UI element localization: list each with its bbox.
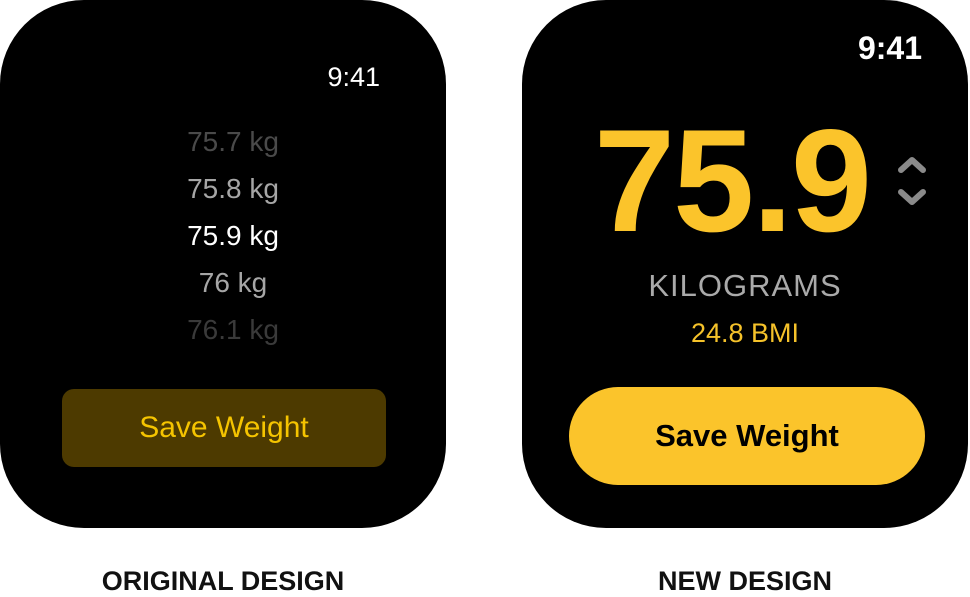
new-watch-screen: 9:41 75.9 KILOGRAMS 24.8 BMI Save Weight <box>522 0 968 528</box>
picker-item-selected[interactable]: 75.9 kg <box>0 212 466 259</box>
picker-item[interactable]: 76.1 kg <box>0 306 466 353</box>
new-design-caption: NEW DESIGN <box>657 566 832 596</box>
status-time: 9:41 <box>327 62 380 92</box>
picker-item[interactable]: 75.7 kg <box>0 118 466 165</box>
status-time: 9:41 <box>857 30 922 66</box>
original-design-caption: ORIGINAL DESIGN <box>101 566 345 596</box>
picker-item[interactable]: 76 kg <box>0 259 466 306</box>
save-weight-button[interactable]: Save Weight <box>569 387 925 485</box>
original-watch-screen: 9:41 75.7 kg 75.8 kg 75.9 kg 76 kg 76.1 … <box>0 0 446 528</box>
unit-label: KILOGRAMS <box>648 268 842 303</box>
bmi-label: 24.8 BMI <box>690 318 800 348</box>
picker-item[interactable]: 75.8 kg <box>0 165 466 212</box>
save-weight-button[interactable]: Save Weight <box>62 389 386 467</box>
chevron-up-down-icon[interactable] <box>894 152 930 210</box>
weight-picker[interactable]: 75.7 kg 75.8 kg 75.9 kg 76 kg 76.1 kg <box>0 118 466 353</box>
weight-value[interactable]: 75.9 <box>572 106 892 256</box>
